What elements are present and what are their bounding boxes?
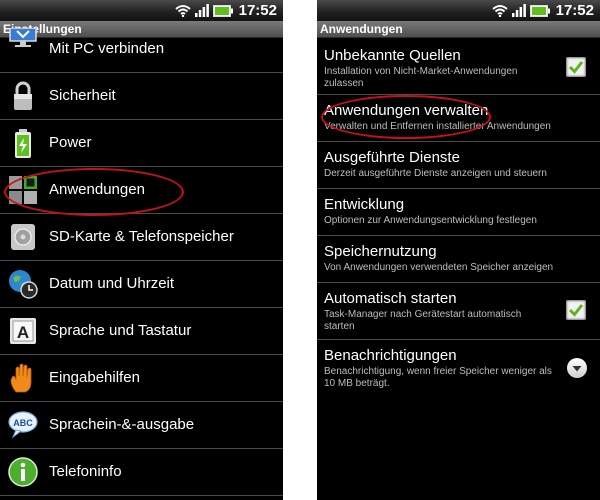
signal-icon	[511, 4, 526, 17]
autostart-checkbox[interactable]	[566, 300, 586, 320]
setting-subtitle: Von Anwendungen verwendeten Speicher anz…	[324, 262, 554, 273]
setting-title: Entwicklung	[324, 196, 405, 213]
status-bar: 17:52	[0, 0, 283, 21]
setting-subtitle: Installation von Nicht-Market-Anwendunge…	[324, 66, 518, 89]
settings-list: Mit PC verbinden Sicherheit Power Anwend…	[0, 28, 283, 496]
applications-settings-list: Unbekannte Quellen Installation von Nich…	[317, 39, 600, 396]
setting-title: Ausgeführte Dienste	[324, 149, 460, 166]
settings-item-security[interactable]: Sicherheit	[0, 73, 283, 120]
checkmark-icon	[568, 61, 584, 74]
settings-item-accessibility[interactable]: Eingabehilfen	[0, 355, 283, 402]
applications-screen: 17:52 Anwendungen Unbekannte Quellen Ins…	[317, 0, 600, 500]
clock: 17:52	[555, 2, 594, 19]
hand-icon	[10, 363, 32, 393]
settings-item-label: Power	[49, 134, 92, 151]
status-bar: 17:52	[317, 0, 600, 21]
setting-subtitle: Benachrichtigung, wenn freier Speicher w…	[324, 366, 552, 389]
signal-icon	[194, 4, 209, 17]
setting-running-services[interactable]: Ausgeführte Dienste Derzeit ausgeführte …	[317, 142, 600, 189]
speech-bubble-icon: ABC	[8, 411, 38, 439]
svg-text:A: A	[17, 323, 29, 342]
setting-development[interactable]: Entwicklung Optionen zur Anwendungsentwi…	[317, 189, 600, 236]
battery-status-icon	[529, 4, 550, 17]
setting-title: Benachrichtigungen	[324, 347, 457, 364]
settings-item-power[interactable]: Power	[0, 120, 283, 167]
setting-subtitle: Verwalten und Entfernen installierter An…	[324, 121, 551, 132]
wifi-icon	[174, 5, 191, 17]
settings-item-label: SD-Karte & Telefonspeicher	[49, 228, 234, 245]
sd-card-icon	[11, 224, 35, 250]
wifi-icon	[491, 5, 508, 17]
checkmark-icon	[568, 304, 584, 317]
settings-item-pc[interactable]: Mit PC verbinden	[0, 28, 283, 73]
setting-storage-use[interactable]: Speichernutzung Von Anwendungen verwende…	[317, 236, 600, 283]
settings-item-storage[interactable]: SD-Karte & Telefonspeicher	[0, 214, 283, 261]
setting-unknown-sources[interactable]: Unbekannte Quellen Installation von Nich…	[317, 39, 600, 95]
settings-item-label: Datum und Uhrzeit	[49, 275, 175, 292]
setting-subtitle: Optionen zur Anwendungsentwicklung festl…	[324, 215, 537, 226]
apps-grid-icon	[9, 176, 37, 204]
setting-title: Automatisch starten	[324, 290, 457, 307]
info-icon	[8, 457, 38, 487]
page-title: Anwendungen	[317, 21, 600, 38]
settings-item-language[interactable]: A Sprache und Tastatur	[0, 308, 283, 355]
chevron-down-icon	[572, 366, 582, 372]
settings-item-datetime[interactable]: Datum und Uhrzeit	[0, 261, 283, 308]
setting-subtitle: Task-Manager nach Gerätestart automatisc…	[324, 309, 522, 332]
battery-icon	[15, 129, 31, 158]
settings-item-applications[interactable]: Anwendungen	[0, 167, 283, 214]
setting-subtitle: Derzeit ausgeführte Dienste anzeigen und…	[324, 168, 547, 179]
globe-clock-icon	[9, 270, 38, 299]
settings-item-label: Anwendungen	[49, 181, 145, 198]
setting-autostart[interactable]: Automatisch starten Task-Manager nach Ge…	[317, 283, 600, 340]
setting-title: Speichernutzung	[324, 243, 437, 260]
setting-manage-applications[interactable]: Anwendungen verwalten Verwalten und Entf…	[317, 95, 600, 142]
keyboard-key-icon: A	[10, 318, 36, 344]
settings-item-voice[interactable]: ABC Sprachein-&-ausgabe	[0, 402, 283, 449]
settings-item-label: Eingabehilfen	[49, 369, 140, 386]
unknown-sources-checkbox[interactable]	[566, 57, 586, 77]
settings-screen: 17:52 Einstellungen Mit PC verbinden Sic…	[0, 0, 283, 500]
setting-title: Anwendungen verwalten	[324, 102, 489, 119]
settings-item-label: Sprachein-&-ausgabe	[49, 416, 195, 433]
lock-icon	[14, 81, 32, 110]
notifications-dropdown[interactable]	[567, 358, 587, 378]
settings-item-label: Telefoninfo	[49, 463, 122, 480]
svg-text:ABC: ABC	[13, 418, 33, 428]
setting-notifications[interactable]: Benachrichtigungen Benachrichtigung, wen…	[317, 340, 600, 396]
battery-status-icon	[212, 4, 233, 17]
settings-item-label: Sprache und Tastatur	[49, 322, 192, 339]
settings-item-label: Mit PC verbinden	[49, 40, 165, 57]
settings-item-phone-info[interactable]: Telefoninfo	[0, 449, 283, 496]
clock: 17:52	[238, 2, 277, 19]
settings-item-label: Sicherheit	[49, 87, 116, 104]
pc-connect-icon	[9, 28, 37, 47]
setting-title: Unbekannte Quellen	[324, 47, 461, 64]
